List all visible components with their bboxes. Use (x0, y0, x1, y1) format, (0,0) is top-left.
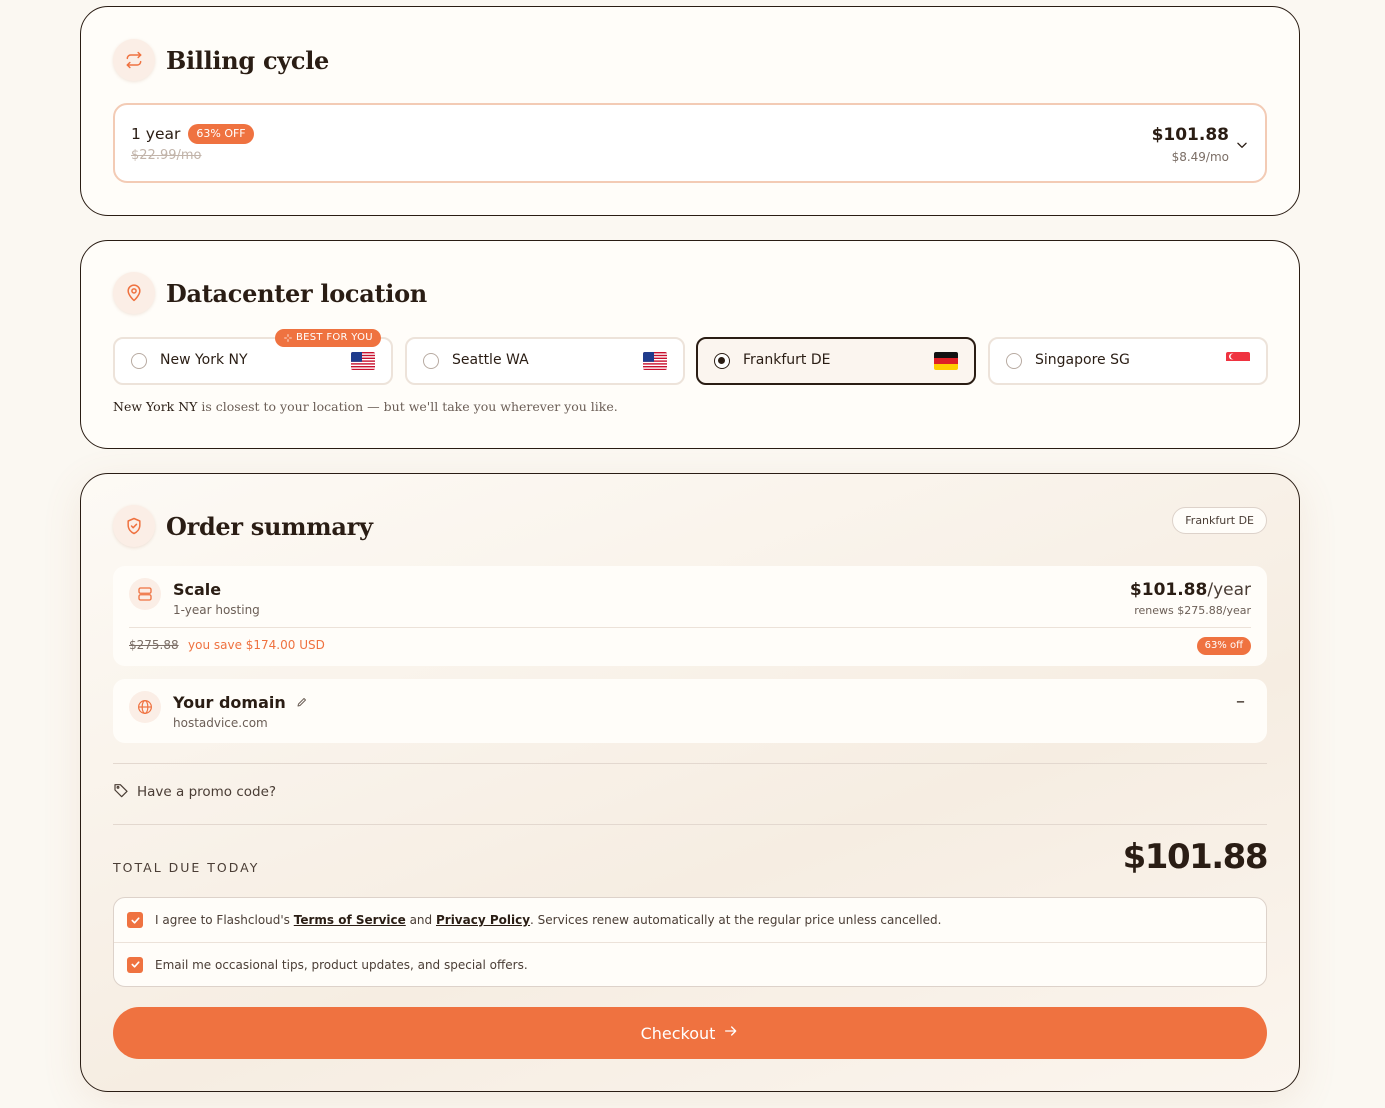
domain-heading: Your domain (173, 693, 286, 712)
domain-value: hostadvice.com (173, 716, 268, 730)
divider (113, 824, 1267, 825)
discount-badge: 63% OFF (188, 124, 254, 144)
repeat-icon (113, 39, 155, 81)
location-option-new-york[interactable]: New York NY BEST FOR YOU (113, 329, 393, 385)
billing-title: Billing cycle (166, 45, 329, 75)
datacenter-title: Datacenter location (166, 278, 427, 308)
promo-code-link[interactable]: Have a promo code? (113, 782, 276, 802)
summary-title: Order summary (166, 511, 373, 541)
domain-line-item: Your domain hostadvice.com – (113, 679, 1267, 743)
plan-renew-price: renews $275.88/year (1134, 604, 1251, 617)
billing-cycle-card: Billing cycle 1 year 63% OFF $22.99/mo $… (80, 6, 1300, 216)
summary-header: Order summary (113, 505, 373, 547)
checkout-label: Checkout (640, 1023, 716, 1043)
globe-icon (129, 691, 161, 723)
plan-original-price: $275.88 (129, 638, 179, 652)
plan-price: $101.88/year (1130, 580, 1251, 600)
datacenter-card: Datacenter location New York NY BEST FOR… (80, 240, 1300, 449)
plan-discount-badge: 63% off (1196, 637, 1251, 655)
monthly-price: $8.49/mo (1171, 150, 1229, 164)
location-label: Singapore SG (1035, 352, 1130, 368)
total-value: $101.88 (1122, 837, 1269, 877)
terms-suffix: . Services renew automatically at the re… (530, 913, 942, 927)
location-note-text: is closest to your location — but we'll … (197, 399, 618, 414)
plan-name: Scale (173, 580, 222, 599)
closest-location: New York NY (113, 399, 198, 414)
domain-name: Your domain (173, 693, 308, 712)
plan-price-period: /year (1207, 580, 1251, 600)
promo-label: Have a promo code? (137, 784, 277, 800)
sparkle-icon (284, 334, 292, 342)
best-badge-label: BEST FOR YOU (296, 332, 373, 343)
radio-button[interactable] (423, 353, 439, 369)
billing-price: $101.88 (1151, 125, 1229, 145)
location-option-singapore[interactable]: Singapore SG (988, 337, 1268, 385)
radio-button[interactable] (1006, 353, 1022, 369)
server-icon (129, 578, 161, 610)
selected-location-tag: Frankfurt DE (1172, 507, 1267, 534)
us-flag-icon (351, 352, 375, 370)
terms-prefix: I agree to Flashcloud's (155, 913, 294, 927)
map-pin-icon (113, 272, 155, 314)
us-flag-icon (643, 352, 667, 370)
plan-savings: you save $174.00 USD (188, 638, 325, 652)
total-label: TOTAL DUE TODAY (113, 860, 260, 875)
agreements: I agree to Flashcloud's Terms of Service… (113, 897, 1267, 987)
location-label: Frankfurt DE (743, 352, 831, 368)
arrow-right-icon (723, 1023, 739, 1043)
de-flag-icon (934, 352, 958, 370)
billing-cycle-select[interactable]: 1 year 63% OFF $22.99/mo $101.88 $8.49/m… (113, 103, 1267, 183)
location-option-seattle[interactable]: Seattle WA (405, 337, 685, 385)
tag-icon (113, 782, 129, 802)
radio-button[interactable] (131, 353, 147, 369)
billing-header: Billing cycle (113, 39, 329, 81)
divider (113, 763, 1267, 764)
plan-line-item: Scale 1-year hosting $101.88/year renews… (113, 566, 1267, 666)
billing-term-label: 1 year (131, 125, 181, 143)
location-option-frankfurt[interactable]: Frankfurt DE (696, 337, 976, 385)
terms-checkbox[interactable] (127, 912, 143, 928)
plan-price-value: $101.88 (1129, 580, 1208, 600)
original-price: $22.99/mo (131, 148, 202, 163)
location-label: Seattle WA (452, 352, 529, 368)
sg-flag-icon (1226, 352, 1250, 370)
privacy-policy-link[interactable]: Privacy Policy (436, 913, 530, 927)
best-for-you-badge: BEST FOR YOU (275, 329, 381, 347)
location-note: New York NY is closest to your location … (113, 399, 618, 414)
marketing-text: Email me occasional tips, product update… (155, 957, 528, 972)
remove-domain-button[interactable]: – (1236, 691, 1245, 712)
chevron-down-icon[interactable] (1235, 137, 1249, 156)
checkout-button[interactable]: Checkout (113, 1007, 1267, 1059)
order-summary-card: Order summary Frankfurt DE Scale 1-year … (80, 473, 1300, 1092)
terms-and: and (405, 913, 436, 927)
billing-term: 1 year 63% OFF (131, 124, 254, 144)
plan-subtitle: 1-year hosting (173, 603, 260, 617)
terms-row[interactable]: I agree to Flashcloud's Terms of Service… (114, 898, 1266, 942)
terms-of-service-link[interactable]: Terms of Service (294, 913, 406, 927)
marketing-checkbox[interactable] (127, 956, 143, 973)
divider (129, 627, 1251, 628)
pencil-icon[interactable] (296, 693, 308, 712)
shield-check-icon (113, 505, 155, 547)
location-label: New York NY (160, 352, 248, 368)
marketing-row[interactable]: Email me occasional tips, product update… (114, 942, 1266, 986)
terms-text: I agree to Flashcloud's Terms of Service… (155, 913, 941, 927)
datacenter-header: Datacenter location (113, 272, 427, 314)
radio-button-selected[interactable] (714, 353, 730, 369)
